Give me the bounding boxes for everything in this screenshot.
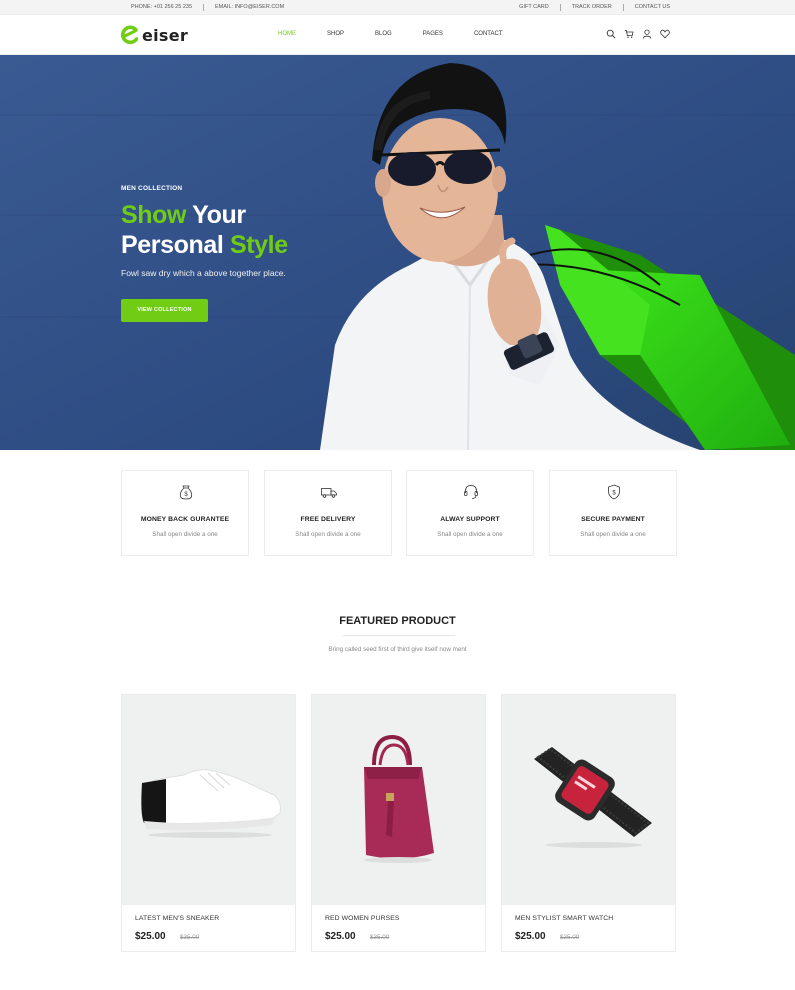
product-name[interactable]: MEN STYLIST SMART WATCH: [515, 915, 613, 922]
logo-text: eiser: [142, 25, 189, 45]
hero-subtitle: Fowl saw dry which a above together plac…: [121, 268, 286, 278]
track-order-link[interactable]: TRACK ORDER: [561, 4, 624, 11]
hero-title-word: Style: [223, 231, 288, 259]
product-name[interactable]: RED WOMEN PURSES: [325, 915, 399, 922]
feature-title: MONEY BACK GURANTEE: [140, 516, 230, 523]
headset-icon: [464, 485, 478, 499]
gift-card-link[interactable]: GIFT CARD: [508, 4, 561, 11]
feature-card: $ SECURE PAYMENT Shall open divide a one: [549, 470, 677, 556]
product-card[interactable]: MEN STYLIST SMART WATCH $25.00 $35.00: [501, 694, 676, 952]
product-old-price: $35.00: [180, 934, 200, 941]
hero-title: Show Your Personal Style: [121, 200, 288, 260]
nav-home[interactable]: HOME: [278, 31, 296, 37]
heart-icon[interactable]: [660, 29, 670, 39]
feature-title: SECURE PAYMENT: [581, 516, 645, 523]
logo[interactable]: eiser: [121, 25, 188, 45]
product-image[interactable]: [122, 695, 295, 905]
section-title: FEATURED PRODUCT: [339, 615, 456, 627]
hero-title-word: Show: [121, 201, 187, 229]
product-price: $25.00: [325, 931, 356, 942]
section-divider: [343, 635, 455, 636]
view-collection-button[interactable]: VIEW COLLECTION: [121, 299, 208, 322]
feature-subtitle: Shall open divide a one: [580, 531, 646, 538]
feature-card: $ MONEY BACK GURANTEE Shall open divide …: [121, 470, 249, 556]
nav-blog[interactable]: BLOG: [375, 31, 392, 37]
feature-card: FREE DELIVERY Shall open divide a one: [264, 470, 392, 556]
smartwatch-image: [534, 747, 652, 848]
feature-title: FREE DELIVERY: [300, 516, 356, 523]
product-image[interactable]: [312, 695, 485, 905]
hero-banner: MEN COLLECTION Show Your Personal Style …: [0, 55, 795, 450]
main-menu: HOME SHOP BLOG PAGES CONTACT: [278, 31, 534, 37]
product-old-price: $35.00: [370, 934, 390, 941]
main-navbar: eiser HOME SHOP BLOG PAGES CONTACT: [0, 15, 795, 55]
feature-subtitle: Shall open divide a one: [152, 531, 218, 538]
logo-mark-icon: [121, 25, 138, 45]
svg-text:$: $: [612, 491, 616, 497]
product-image[interactable]: [502, 695, 675, 905]
product-old-price: $35.00: [560, 934, 580, 941]
nav-contact[interactable]: CONTACT: [474, 31, 503, 37]
money-bag-icon: $: [179, 485, 193, 500]
product-price: $25.00: [515, 931, 546, 942]
hero-image: [0, 55, 795, 450]
cart-icon[interactable]: [624, 29, 634, 39]
purse-image: [364, 734, 434, 863]
hero-title-word: Your: [186, 201, 246, 229]
sneaker-image: [141, 769, 281, 838]
contact-us-link[interactable]: CONTACT US: [624, 4, 670, 11]
nav-icons: [606, 29, 678, 39]
user-icon[interactable]: [642, 29, 652, 39]
section-subtitle: Bring called seed first of third give it…: [328, 646, 467, 653]
svg-text:$: $: [184, 492, 188, 498]
hero-title-word: Personal: [121, 231, 224, 259]
top-info-bar: PHONE: +01 256 25 235 EMAIL: INFO@EISER.…: [0, 0, 795, 15]
feature-title: ALWAY SUPPORT: [440, 516, 500, 523]
product-price: $25.00: [135, 931, 166, 942]
nav-pages[interactable]: PAGES: [423, 31, 443, 37]
truck-icon: [321, 488, 337, 498]
feature-card: ALWAY SUPPORT Shall open divide a one: [406, 470, 534, 556]
hero-kicker: MEN COLLECTION: [121, 185, 183, 192]
email-text: EMAIL: INFO@EISER.COM: [215, 4, 285, 10]
top-links: GIFT CARD TRACK ORDER CONTACT US: [508, 4, 670, 11]
shield-icon: $: [608, 484, 620, 500]
contact-info: PHONE: +01 256 25 235 EMAIL: INFO@EISER.…: [131, 4, 295, 11]
phone-text: PHONE: +01 256 25 235: [131, 4, 204, 11]
search-icon[interactable]: [606, 29, 616, 39]
product-card[interactable]: LATEST MEN'S SNEAKER $25.00 $35.00: [121, 694, 296, 952]
nav-shop[interactable]: SHOP: [327, 31, 344, 37]
product-name[interactable]: LATEST MEN'S SNEAKER: [135, 915, 219, 922]
feature-subtitle: Shall open divide a one: [295, 531, 361, 538]
feature-subtitle: Shall open divide a one: [437, 531, 503, 538]
product-card[interactable]: RED WOMEN PURSES $25.00 $35.00: [311, 694, 486, 952]
